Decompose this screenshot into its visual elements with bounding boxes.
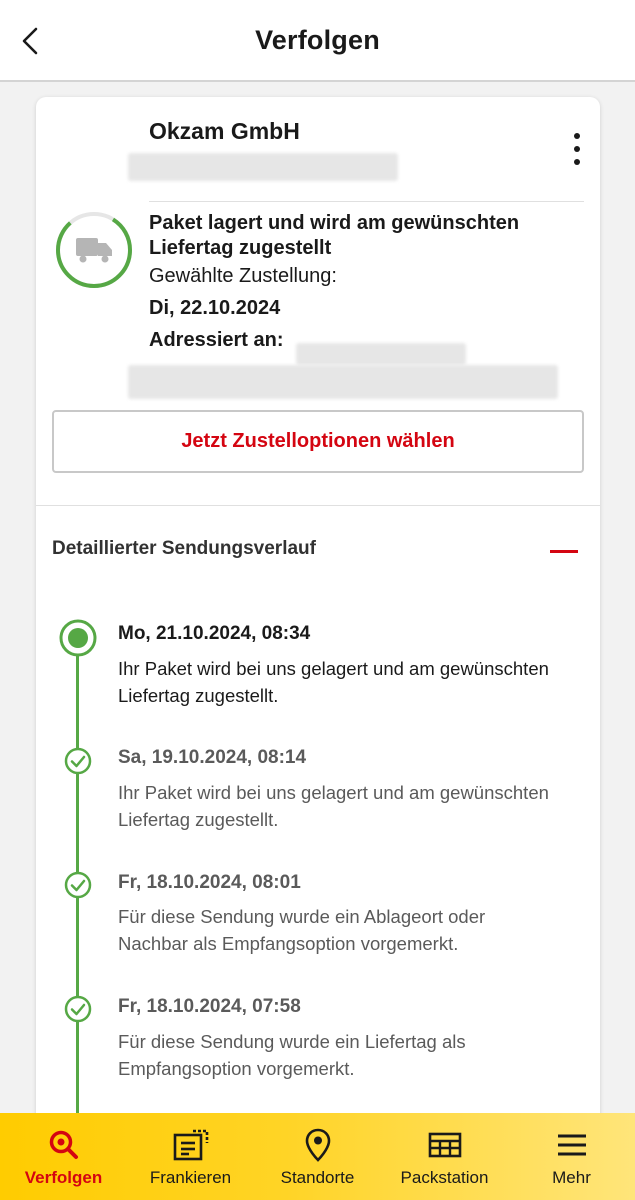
event-date: Fr, 18.10.2024, 08:01 bbox=[118, 872, 301, 893]
app-bar: Verfolgen bbox=[0, 0, 635, 82]
event-date: Mo, 21.10.2024, 08:34 bbox=[118, 623, 311, 644]
kebab-dot bbox=[574, 146, 580, 152]
bottom-navigation: Verfolgen Frankieren Standorte Packstati… bbox=[0, 1113, 635, 1200]
stamp-icon bbox=[173, 1128, 209, 1162]
packstation-icon bbox=[428, 1128, 462, 1162]
shipment-card: Okzam GmbH Paket lagert und wird am gewü… bbox=[36, 97, 600, 1137]
check-icon bbox=[64, 995, 92, 1023]
divider bbox=[36, 505, 600, 506]
check-icon bbox=[64, 747, 92, 775]
redacted-address bbox=[128, 365, 558, 399]
event-text: Für diese Sendung wurde ein Liefertag al… bbox=[118, 1031, 466, 1079]
page-title: Verfolgen bbox=[255, 24, 380, 55]
delivery-options-button[interactable]: Jetzt Zustelloptionen wählen bbox=[52, 410, 584, 473]
chevron-left-icon bbox=[22, 27, 38, 55]
redacted-tracking-number bbox=[128, 153, 398, 181]
minus-icon bbox=[550, 549, 578, 553]
address-label: Adressiert an: bbox=[149, 329, 284, 351]
back-button[interactable] bbox=[14, 24, 46, 58]
nav-label: Frankieren bbox=[149, 1168, 232, 1187]
event-text: Ihr Paket wird bei uns gelagert und am g… bbox=[118, 658, 549, 706]
nav-item-standorte[interactable]: Standorte bbox=[254, 1113, 381, 1200]
delivery-date: Di, 22.10.2024 bbox=[149, 297, 281, 319]
menu-icon bbox=[556, 1128, 588, 1162]
history-title: Detaillierter Sendungsverlauf bbox=[52, 538, 316, 559]
current-status-marker bbox=[59, 619, 97, 657]
redacted-address bbox=[296, 343, 466, 365]
status-title: Paket lagert und wird am gewünschten Lie… bbox=[149, 212, 520, 259]
nav-label: Standorte bbox=[280, 1168, 355, 1187]
kebab-dot bbox=[574, 159, 580, 165]
truck-icon bbox=[76, 238, 112, 263]
search-icon bbox=[48, 1128, 80, 1162]
nav-item-packstation[interactable]: Packstation bbox=[381, 1113, 508, 1200]
location-pin-icon bbox=[305, 1128, 331, 1162]
status-progress-ring bbox=[56, 212, 132, 288]
kebab-dot bbox=[574, 133, 580, 139]
divider bbox=[149, 201, 584, 202]
collapse-button[interactable] bbox=[550, 543, 582, 559]
event-text: Ihr Paket wird bei uns gelagert und am g… bbox=[118, 782, 549, 830]
nav-item-verfolgen[interactable]: Verfolgen bbox=[0, 1113, 127, 1200]
event-text: Für diese Sendung wurde ein Ablageort od… bbox=[118, 906, 486, 954]
delivery-label: Gewählte Zustellung: bbox=[149, 265, 337, 287]
event-date: Sa, 19.10.2024, 08:14 bbox=[118, 747, 307, 768]
nav-item-mehr[interactable]: Mehr bbox=[508, 1113, 635, 1200]
nav-label: Packstation bbox=[400, 1168, 489, 1187]
check-icon bbox=[64, 871, 92, 899]
nav-item-frankieren[interactable]: Frankieren bbox=[127, 1113, 254, 1200]
nav-label: Verfolgen bbox=[24, 1168, 103, 1187]
more-options-button[interactable] bbox=[570, 133, 584, 165]
nav-label: Mehr bbox=[552, 1168, 591, 1187]
sender-name: Okzam GmbH bbox=[149, 118, 300, 144]
event-date: Fr, 18.10.2024, 07:58 bbox=[118, 996, 301, 1017]
